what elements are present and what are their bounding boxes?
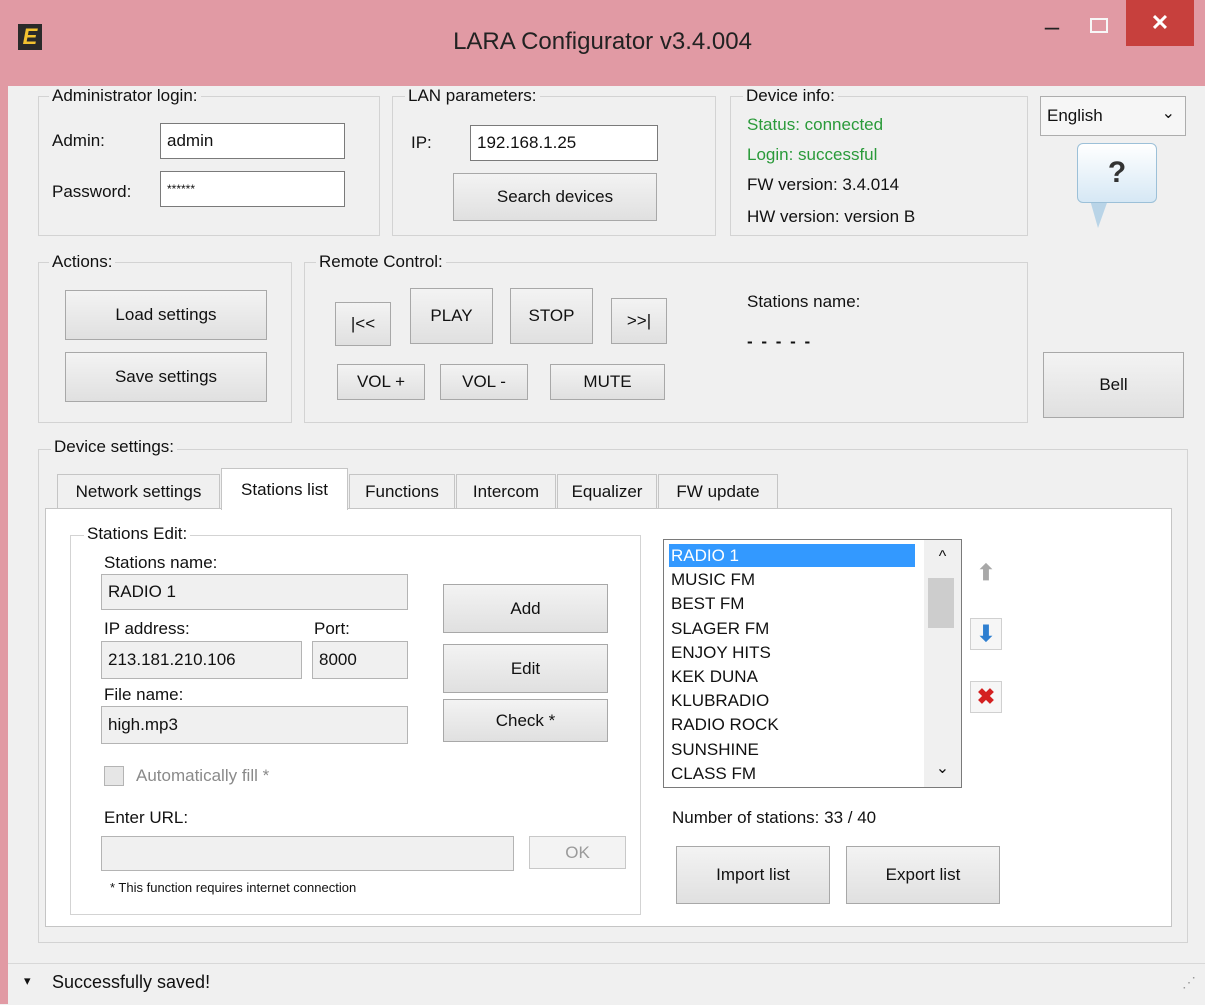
search-devices-button[interactable]: Search devices (453, 173, 657, 221)
station-name-label: Stations name: (104, 553, 218, 572)
language-select[interactable]: English ⌄ (1040, 96, 1186, 136)
load-settings-button[interactable]: Load settings (65, 290, 267, 340)
status-message: Successfully saved! (52, 972, 211, 992)
move-down-button[interactable]: ⬇ (970, 618, 1002, 650)
admin-input[interactable]: admin (160, 123, 345, 159)
file-name-label: File name: (104, 685, 184, 704)
file-name-input[interactable]: high.mp3 (101, 706, 408, 744)
actions-title: Actions: (49, 252, 116, 272)
tab-equalizer[interactable]: Equalizer (557, 474, 657, 508)
stations-edit-title: Stations Edit: (84, 524, 191, 544)
minimize-button[interactable]: – (1032, 13, 1072, 44)
station-list-item[interactable]: KEK DUNA (669, 665, 915, 688)
add-button[interactable]: Add (443, 584, 608, 633)
ip-input[interactable]: 192.168.1.25 (470, 125, 658, 161)
volume-down-button[interactable]: VOL - (440, 364, 528, 400)
tab-fw-update[interactable]: FW update (658, 474, 778, 508)
admin-login-group (38, 96, 380, 236)
device-info-title: Device info: (743, 86, 838, 106)
ip-address-label: IP address: (104, 619, 190, 638)
volume-up-button[interactable]: VOL + (337, 364, 425, 400)
save-settings-button[interactable]: Save settings (65, 352, 267, 402)
enter-url-label: Enter URL: (104, 808, 189, 827)
edit-button[interactable]: Edit (443, 644, 608, 693)
next-button[interactable]: >>| (611, 298, 667, 344)
tab-stations-list[interactable]: Stations list (221, 468, 348, 510)
scroll-thumb[interactable] (928, 578, 954, 628)
status-dropdown-icon[interactable]: ▾ (24, 973, 31, 989)
chevron-down-icon: ⌄ (1161, 105, 1175, 122)
stop-button[interactable]: STOP (510, 288, 593, 344)
station-name-input[interactable]: RADIO 1 (101, 574, 408, 610)
arrow-down-icon: ⬇ (976, 621, 996, 646)
station-list-item[interactable]: ENJOY HITS (669, 641, 915, 664)
admin-label: Admin: (52, 131, 105, 150)
status-text: Status: connected (747, 115, 884, 134)
password-input[interactable]: ****** (160, 171, 345, 207)
login-status-text: Login: successful (747, 145, 878, 164)
export-list-button[interactable]: Export list (846, 846, 1000, 904)
stations-listbox[interactable]: RADIO 1 MUSIC FM BEST FM SLAGER FM ENJOY HIT… (663, 539, 962, 788)
station-list-item[interactable]: RADIO 1 (669, 544, 915, 567)
lan-parameters-title: LAN parameters: (405, 86, 540, 106)
station-list-item[interactable]: KLUBRADIO (669, 689, 915, 712)
ip-label: IP: (411, 133, 432, 152)
tab-intercom[interactable]: Intercom (456, 474, 556, 508)
remote-control-title: Remote Control: (316, 252, 446, 272)
ip-address-input[interactable]: 213.181.210.106 (101, 641, 302, 679)
help-icon: ? (1107, 156, 1127, 189)
previous-button[interactable]: |<< (335, 302, 391, 346)
import-list-button[interactable]: Import list (676, 846, 830, 904)
auto-fill-checkbox[interactable] (104, 766, 124, 786)
station-list-item[interactable]: RADIO ROCK (669, 713, 915, 736)
url-input[interactable] (101, 836, 514, 871)
admin-login-title: Administrator login: (49, 86, 201, 106)
hw-version-text: HW version: version B (747, 207, 916, 226)
station-list-item[interactable]: MUSIC FM (669, 568, 915, 591)
station-list-item[interactable]: SUNSHINE (669, 738, 915, 761)
station-list-item[interactable]: SLAGER FM (669, 617, 915, 640)
window-frame-left (0, 86, 8, 1004)
help-button[interactable]: ? (1077, 143, 1157, 203)
stations-count-text: Number of stations: 33 / 40 (672, 808, 877, 827)
current-station-name: - - - - - (747, 332, 813, 351)
language-selected: English (1047, 106, 1103, 125)
ok-button[interactable]: OK (529, 836, 626, 869)
bell-button[interactable]: Bell (1043, 352, 1184, 418)
delete-icon: ✖ (976, 684, 996, 709)
maximize-icon (1090, 18, 1108, 33)
delete-station-button[interactable]: ✖ (970, 681, 1002, 713)
help-bubble-tail (1090, 200, 1108, 228)
mute-button[interactable]: MUTE (550, 364, 665, 400)
close-button[interactable]: ✕ (1126, 0, 1194, 46)
station-list-item[interactable]: BEST FM (669, 592, 915, 615)
port-input[interactable]: 8000 (312, 641, 408, 679)
device-settings-title: Device settings: (51, 437, 177, 457)
password-label: Password: (52, 182, 132, 201)
play-button[interactable]: PLAY (410, 288, 493, 344)
check-button[interactable]: Check * (443, 699, 608, 742)
auto-fill-label: Automatically fill * (136, 766, 270, 785)
scroll-up-icon[interactable]: ^ (924, 548, 961, 566)
stations-name-label: Stations name: (747, 292, 861, 311)
station-list-item[interactable]: CLASS FM (669, 762, 915, 785)
window-title: LARA Configurator v3.4.004 (453, 28, 752, 55)
internet-note: * This function requires internet connec… (110, 880, 357, 895)
maximize-button[interactable] (1084, 12, 1114, 40)
tab-functions[interactable]: Functions (349, 474, 455, 508)
scroll-down-icon[interactable]: ⌄ (924, 758, 961, 778)
resize-grip-icon[interactable]: ⋰ (1182, 974, 1196, 991)
port-label: Port: (314, 619, 350, 638)
arrow-up-icon: ⬆ (976, 560, 996, 585)
move-up-button[interactable]: ⬆ (970, 557, 1002, 589)
fw-version-text: FW version: 3.4.014 (747, 175, 900, 194)
tab-network-settings[interactable]: Network settings (57, 474, 220, 508)
